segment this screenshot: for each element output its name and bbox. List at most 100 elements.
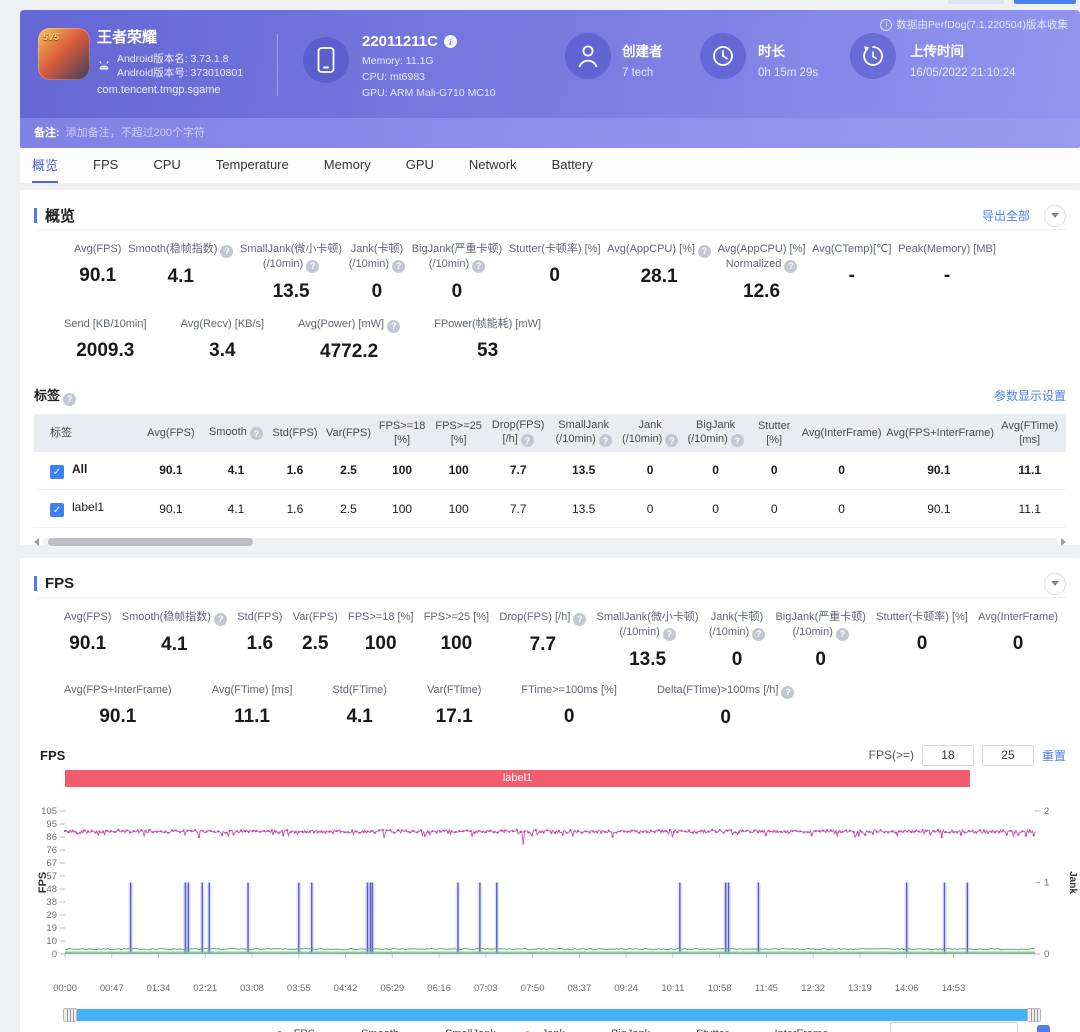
legend-item-BigJank[interactable]: BigJank	[589, 1028, 650, 1032]
collapse-overview-button[interactable]	[1044, 204, 1066, 227]
device-info-icon[interactable]: i	[443, 35, 457, 48]
svg-text:00:00: 00:00	[53, 983, 77, 994]
fps-threshold-input-1[interactable]	[921, 744, 974, 766]
export-all-link[interactable]: 导出全部	[982, 207, 1030, 224]
device-info: 22011211C i Memory: 11.1G CPU: mt6983 GP…	[362, 33, 496, 101]
help-icon[interactable]: ?	[665, 434, 679, 448]
table-cell: 90.1	[884, 451, 994, 490]
stat-cell: Jank(卡顿) (/10min)? 0	[708, 611, 766, 670]
creator-block: 创建者 7 tech	[622, 40, 663, 79]
help-icon[interactable]: ?	[598, 434, 612, 448]
svg-text:03:55: 03:55	[287, 983, 311, 994]
remark-input[interactable]: 备注: 添加备注，不超过200个字符	[20, 118, 1080, 148]
top-cutoff-button-secondary[interactable]	[948, 0, 1004, 4]
time-range-slider[interactable]	[63, 1008, 1041, 1022]
help-icon[interactable]: ?	[662, 628, 676, 641]
stat-cell: Send [KB/10min] 2009.3	[64, 318, 147, 361]
device-name: 22011211C	[362, 33, 438, 50]
legend-item-Jank[interactable]: Jank	[520, 1028, 565, 1032]
stat-cell: BigJank(严重卡顿) (/10min)? 0	[775, 611, 866, 670]
legend-item-SmallJank[interactable]: SmallJank	[423, 1028, 496, 1032]
slider-range-bar[interactable]	[77, 1009, 1027, 1021]
scrollbar-track[interactable]	[42, 538, 1058, 546]
tab-Battery[interactable]: Battery	[552, 148, 593, 183]
top-cutoff-button-primary[interactable]	[1014, 0, 1076, 4]
stat-value: 100	[440, 633, 473, 654]
label-banner: label1	[65, 770, 970, 787]
table-row: ✓ label1 90.1 4.1 1.6 2.5 100 100 7.7 13.5 0 0 0 0 90.…	[34, 489, 1066, 528]
help-icon[interactable]: ?	[213, 613, 227, 626]
device-memory: Memory: 11.1G	[362, 55, 434, 67]
slider-left-handle[interactable]	[63, 1008, 77, 1022]
fps-threshold-label: FPS(>=)	[868, 748, 914, 762]
fps-stats-row1: Avg(FPS) 90.1 Smooth(稳帧指数)? 4.1 Std(FPS) 1.6 V…	[34, 610, 1066, 671]
stat-value: 1.6	[246, 633, 274, 654]
table-header-cell: SmallJank (/10min)?	[548, 413, 619, 452]
row-checkbox[interactable]: ✓	[50, 503, 64, 518]
param-display-settings-link[interactable]: 参数显示设置	[994, 387, 1066, 404]
table-header-cell: 标签	[34, 413, 138, 452]
tab-Memory[interactable]: Memory	[324, 148, 371, 183]
tab-CPU[interactable]: CPU	[153, 148, 180, 183]
stat-value: 2009.3	[76, 340, 135, 361]
svg-text:12:32: 12:32	[801, 983, 825, 994]
cutoff-button[interactable]	[1037, 1025, 1050, 1032]
legend-label: Smooth	[361, 1028, 399, 1032]
help-icon[interactable]: ?	[63, 392, 77, 406]
svg-text:01:34: 01:34	[147, 983, 171, 994]
scroll-left-icon[interactable]	[34, 538, 39, 546]
collapse-fps-button[interactable]	[1044, 572, 1066, 595]
stat-cell: FPS>=18 [%] 100	[348, 611, 414, 654]
svg-text:FPS: FPS	[37, 872, 49, 893]
stat-cell: Avg(CTemp)[℃] -	[812, 243, 892, 286]
stat-cell: FPS>=25 [%] 100	[423, 611, 490, 654]
legend-label: FPS	[294, 1028, 315, 1032]
fps-card: FPS Avg(FPS) 90.1 Smooth(稳帧指数)? 4.1 Std(FPS)…	[20, 558, 1080, 1032]
tab-Temperature[interactable]: Temperature	[216, 148, 289, 183]
legend-item-Stutter[interactable]: Stutter	[674, 1028, 728, 1032]
table-cell: 4.1	[204, 451, 268, 490]
help-icon[interactable]: ?	[249, 427, 263, 441]
help-icon[interactable]: ?	[697, 245, 711, 258]
help-icon[interactable]: ?	[781, 686, 795, 699]
help-icon[interactable]: ?	[387, 320, 401, 333]
tab-概览[interactable]: 概览	[32, 148, 59, 183]
help-icon[interactable]: ?	[835, 628, 849, 641]
help-icon[interactable]: ?	[306, 260, 320, 273]
svg-text:11:45: 11:45	[755, 983, 778, 994]
stat-value: 0	[563, 706, 575, 727]
help-icon[interactable]: ?	[573, 613, 587, 626]
help-icon[interactable]: ?	[220, 245, 234, 258]
stat-cell: Peak(Memory) [MB] -	[898, 243, 996, 286]
slider-right-handle[interactable]	[1027, 1008, 1041, 1022]
help-icon[interactable]: ?	[784, 260, 798, 273]
legend-item-InterFrame[interactable]: InterFrame	[753, 1028, 829, 1032]
scrollbar-thumb[interactable]	[48, 538, 253, 546]
stat-value: 13.5	[629, 649, 667, 670]
tab-GPU[interactable]: GPU	[406, 148, 434, 183]
stat-cell: FPower(帧能耗) [mW] 53	[434, 318, 542, 361]
stat-value: 0	[371, 281, 383, 302]
help-icon[interactable]: ?	[472, 260, 486, 273]
row-checkbox[interactable]: ✓	[50, 465, 64, 479]
phone-icon	[303, 37, 349, 83]
stat-cell: BigJank(严重卡顿) (/10min)? 0	[411, 243, 503, 302]
cutoff-input[interactable]	[890, 1022, 1018, 1032]
legend-item-FPS[interactable]: FPS	[272, 1028, 315, 1032]
scroll-right-icon[interactable]	[1061, 538, 1066, 546]
table-horizontal-scrollbar[interactable]	[34, 538, 1066, 546]
header-divider	[277, 34, 278, 96]
help-icon[interactable]: ?	[752, 628, 766, 641]
tab-FPS[interactable]: FPS	[93, 148, 118, 183]
app-meta: 王者荣耀 Android版本名: 3.73.1.8 Android版本号: 37…	[97, 26, 243, 96]
reset-link[interactable]: 重置	[1042, 747, 1066, 764]
stat-value: 90.1	[99, 706, 137, 727]
fps-threshold-input-2[interactable]	[981, 744, 1034, 766]
table-cell: 90.1	[884, 489, 994, 528]
help-icon[interactable]: ?	[392, 260, 406, 273]
svg-text:10: 10	[46, 936, 57, 947]
tab-Network[interactable]: Network	[469, 148, 517, 183]
help-icon[interactable]: ?	[730, 434, 744, 448]
help-icon[interactable]: ?	[520, 434, 534, 448]
legend-item-Smooth[interactable]: Smooth	[339, 1028, 399, 1032]
